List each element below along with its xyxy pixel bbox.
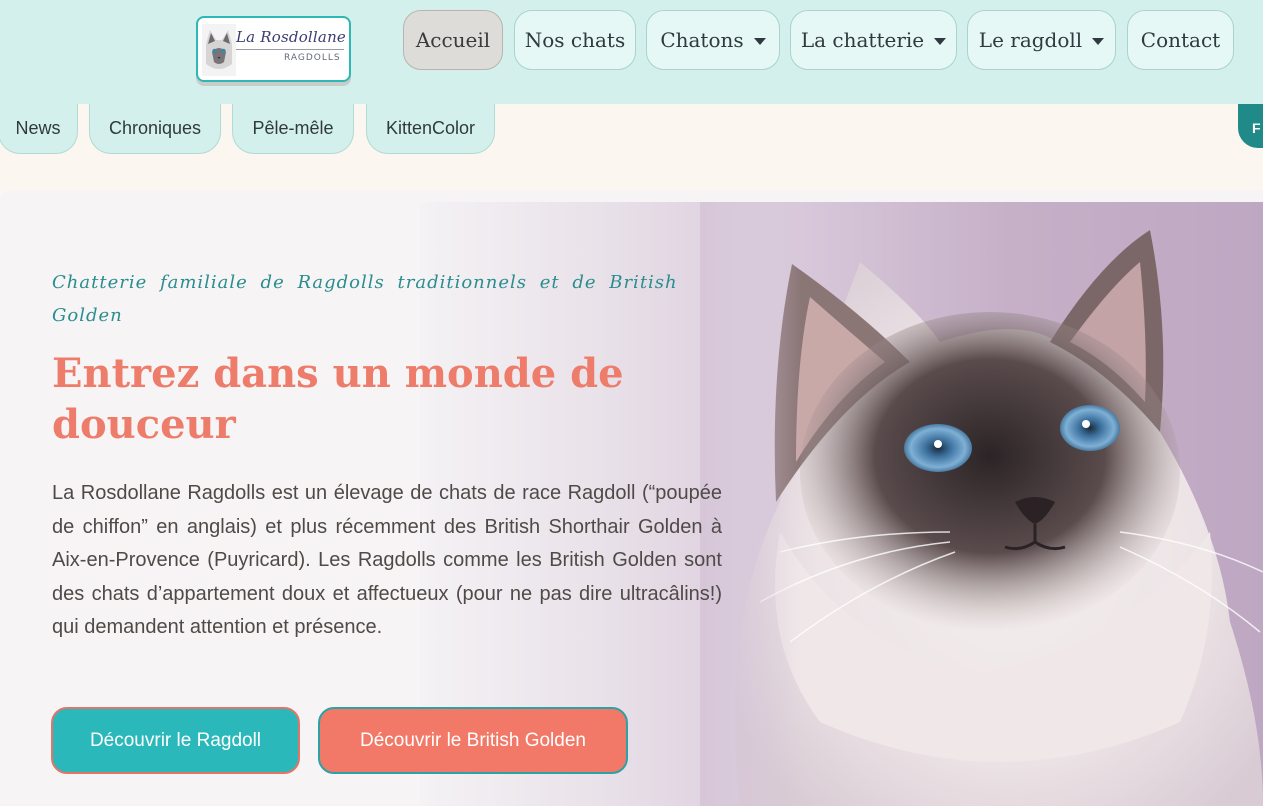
subnav-chroniques-label: Chroniques [108, 118, 202, 138]
nav-chatons[interactable]: Chatons [646, 10, 780, 70]
nav-la-chatterie[interactable]: La chatterie [790, 10, 957, 70]
side-tab-label: F [1252, 120, 1261, 136]
chevron-down-icon [934, 38, 947, 45]
site-logo[interactable]: La Rosdollane RAGDOLLS [196, 16, 351, 82]
subnav-news-label: News [15, 118, 61, 138]
chevron-down-icon [1092, 38, 1105, 45]
subnav-pele-mele-label: Pêle-mêle [252, 118, 334, 138]
logo-divider [236, 49, 344, 50]
subnav-news[interactable]: News [0, 104, 78, 154]
hero-tagline: Chatterie familiale de Ragdolls traditio… [52, 272, 678, 326]
nav-nos-chats[interactable]: Nos chats [514, 10, 636, 70]
nav-le-ragdoll-label: Le ragdoll [978, 28, 1083, 52]
nav-la-chatterie-label: La chatterie [800, 28, 925, 52]
nav-le-ragdoll[interactable]: Le ragdoll [967, 10, 1116, 70]
nav-chatons-label: Chatons [660, 28, 744, 52]
subnav-kittencolor-label: KittenColor [385, 118, 476, 138]
hero-section: Chatterie familiale de Ragdolls traditio… [0, 190, 1263, 806]
discover-ragdoll-button[interactable]: Découvrir le Ragdoll [51, 707, 300, 774]
discover-british-golden-button[interactable]: Découvrir le British Golden [318, 707, 628, 774]
nav-accueil-label: Accueil [415, 28, 491, 52]
hero-intro-text: La Rosdollane Ragdolls est un élevage de… [52, 482, 722, 638]
ragdoll-cat-photo [700, 202, 1263, 806]
subnav-kittencolor[interactable]: KittenColor [366, 104, 495, 154]
nav-contact-label: Contact [1140, 28, 1221, 52]
nav-accueil[interactable]: Accueil [403, 10, 503, 70]
subnav-chroniques[interactable]: Chroniques [89, 104, 221, 154]
logo-brand-text: La Rosdollane [236, 28, 347, 46]
discover-british-golden-label: Découvrir le British Golden [360, 729, 586, 751]
subnav-pele-mele[interactable]: Pêle-mêle [232, 104, 354, 154]
side-floating-tab[interactable]: F [1238, 104, 1263, 148]
logo-subtitle-text: RAGDOLLS [284, 53, 341, 63]
cat-face-icon [202, 24, 236, 76]
discover-ragdoll-label: Découvrir le Ragdoll [89, 729, 262, 751]
nav-contact[interactable]: Contact [1127, 10, 1234, 70]
nav-nos-chats-label: Nos chats [524, 28, 626, 52]
chevron-down-icon [753, 38, 766, 45]
site-header: La Rosdollane RAGDOLLS Accueil Nos chats… [0, 0, 1263, 104]
hero-headline: Entrez dans un monde de douceur [52, 350, 624, 448]
